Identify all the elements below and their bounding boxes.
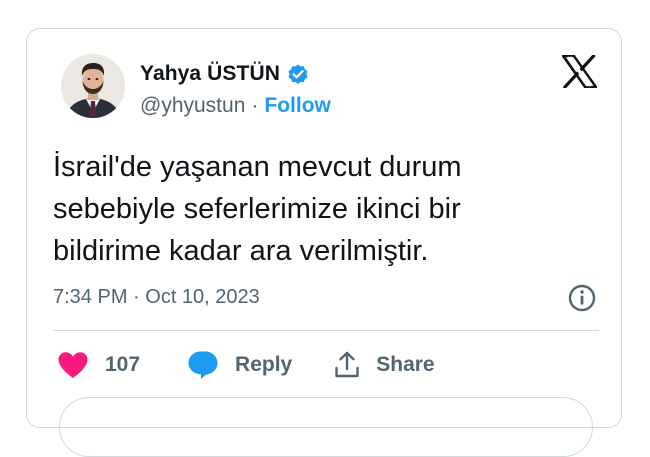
share-label: Share — [376, 353, 435, 376]
tweet-text-line: İsrail'de yaşanan mevcut durum — [53, 151, 462, 183]
heart-icon — [58, 352, 88, 378]
author-handle[interactable]: @yhyustun — [140, 94, 245, 118]
reply-button[interactable]: Reply — [187, 350, 292, 380]
tweet-timestamp[interactable]: 7:34 PM · Oct 10, 2023 — [53, 283, 260, 311]
tweet-card: Yahya ÜSTÜN @yhyustun · Follow İsrail'de… — [26, 28, 622, 457]
separator-dot: · — [251, 94, 259, 117]
info-icon[interactable] — [567, 283, 597, 313]
author-display-name[interactable]: Yahya ÜSTÜN — [140, 62, 280, 86]
author-handle-row: @yhyustun · Follow — [140, 92, 331, 120]
divider — [53, 330, 599, 331]
share-icon — [335, 351, 359, 378]
tweet-text: İsrail'de yaşanan mevcut durum sebebiyle… — [53, 146, 593, 272]
avatar[interactable] — [61, 54, 125, 118]
reply-label: Reply — [235, 353, 293, 376]
avatar-portrait-icon — [61, 54, 125, 118]
tweet-actions: 107 Reply Share — [57, 347, 435, 383]
reply-bubble-icon — [188, 351, 218, 379]
tweet-text-line: sebebiyle seferlerimize ikinci bir — [53, 193, 461, 225]
x-logo-icon[interactable] — [560, 53, 599, 90]
follow-button[interactable]: Follow — [264, 94, 331, 118]
read-replies-button[interactable] — [59, 397, 593, 457]
like-count: 107 — [105, 353, 141, 376]
author-name-row: Yahya ÜSTÜN — [140, 60, 310, 88]
like-button[interactable]: 107 — [57, 351, 140, 379]
verified-badge-icon — [286, 62, 310, 86]
tweet-text-line: bildirime kadar ara verilmiştir. — [53, 235, 429, 267]
share-button[interactable]: Share — [334, 351, 435, 379]
